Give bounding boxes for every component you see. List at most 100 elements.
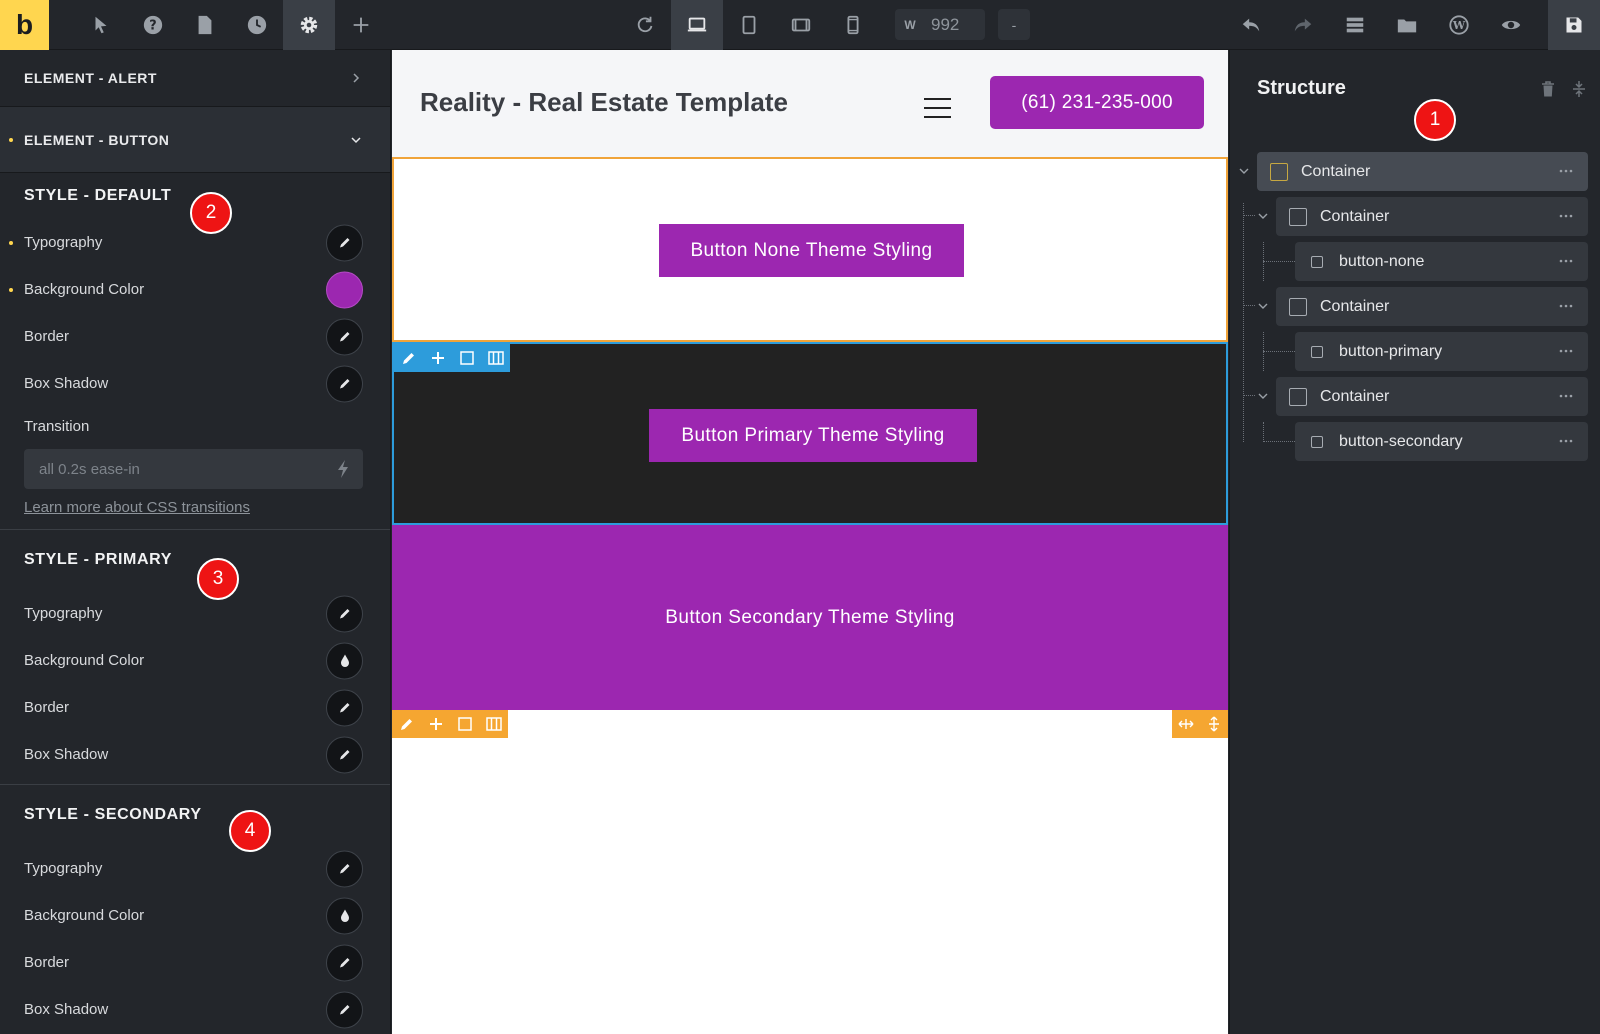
pencil-icon [339, 332, 349, 342]
help-icon[interactable]: ? [127, 0, 179, 50]
svg-text:W: W [1452, 19, 1466, 32]
default-border-label: Border [24, 328, 70, 345]
more-icon[interactable] [1558, 388, 1574, 404]
container-button-none[interactable]: Button None Theme Styling [392, 157, 1228, 342]
eye-icon[interactable] [1485, 0, 1537, 50]
columns-icon[interactable] [481, 344, 510, 372]
edit-icon[interactable] [394, 344, 423, 372]
accordion-element-alert[interactable]: ELEMENT - ALERT [0, 50, 390, 107]
add-icon[interactable] [335, 0, 387, 50]
structure-node-container-root[interactable]: Container [1257, 152, 1588, 191]
zoom-dash-button[interactable]: - [998, 9, 1030, 40]
default-background-color-swatch[interactable] [326, 271, 363, 308]
pencil-icon [339, 750, 349, 760]
save-icon[interactable] [1548, 0, 1600, 50]
primary-background-color-label: Background Color [24, 652, 145, 669]
more-icon[interactable] [1558, 208, 1574, 224]
trash-icon[interactable] [1540, 80, 1556, 98]
settings-icon[interactable] [283, 0, 335, 50]
default-typography-edit-button[interactable] [326, 224, 363, 261]
pencil-icon [339, 238, 349, 248]
edit-icon[interactable] [392, 710, 421, 738]
more-icon[interactable] [1558, 343, 1574, 359]
vertical-resize-icon[interactable] [1200, 710, 1228, 738]
tree-line [1263, 441, 1295, 442]
undo-icon[interactable] [1225, 0, 1277, 50]
default-box-shadow-edit-button[interactable] [326, 365, 363, 402]
refresh-icon[interactable] [619, 0, 671, 50]
container-icon[interactable] [450, 710, 479, 738]
structure-node-button-secondary[interactable]: button-secondary [1295, 422, 1588, 461]
hamburger-menu-icon[interactable] [924, 98, 951, 125]
preview-canvas[interactable]: Reality - Real Estate Template (61) 231-… [392, 50, 1228, 1034]
container-icon [1289, 207, 1307, 226]
chevron-down-icon[interactable] [1257, 210, 1269, 222]
collapse-icon[interactable] [1571, 80, 1587, 98]
annotation-badge-2: 2 [190, 192, 232, 234]
logo[interactable]: b [0, 0, 49, 50]
redo-icon[interactable] [1277, 0, 1329, 50]
stack-icon[interactable] [1329, 0, 1381, 50]
phone-button[interactable]: (61) 231-235-000 [990, 76, 1204, 129]
accordion-element-button-label: ELEMENT - BUTTON [24, 131, 170, 148]
add-icon[interactable] [423, 344, 452, 372]
button-none[interactable]: Button None Theme Styling [659, 224, 964, 277]
tree-line [1263, 422, 1264, 442]
primary-border-edit-button[interactable] [326, 689, 363, 726]
secondary-box-shadow-row: Box Shadow [0, 986, 390, 1033]
tablet-landscape-icon[interactable] [775, 0, 827, 50]
more-icon[interactable] [1558, 253, 1574, 269]
structure-title: Structure [1257, 77, 1346, 99]
secondary-typography-edit-button[interactable] [326, 850, 363, 887]
element-toolbox [394, 344, 510, 372]
container-button-secondary[interactable]: Button Secondary Theme Styling [392, 525, 1228, 710]
columns-icon[interactable] [479, 710, 508, 738]
pencil-icon [339, 703, 349, 713]
default-transition-input[interactable]: all 0.2s ease-in [24, 449, 363, 489]
button-secondary[interactable]: Button Secondary Theme Styling [392, 600, 1228, 636]
button-element-icon [1311, 435, 1323, 448]
folder-icon[interactable] [1381, 0, 1433, 50]
secondary-border-edit-button[interactable] [326, 944, 363, 981]
structure-node-container-1[interactable]: Container [1276, 197, 1588, 236]
structure-node-container-2[interactable]: Container [1276, 287, 1588, 326]
button-primary[interactable]: Button Primary Theme Styling [649, 409, 977, 462]
history-icon[interactable] [231, 0, 283, 50]
secondary-background-color-button[interactable] [326, 897, 363, 934]
tablet-icon[interactable] [723, 0, 775, 50]
site-header[interactable]: Reality - Real Estate Template (61) 231-… [392, 50, 1228, 157]
more-icon[interactable] [1558, 298, 1574, 314]
primary-box-shadow-edit-button[interactable] [326, 736, 363, 773]
width-input[interactable]: W 992 [895, 9, 985, 40]
mobile-icon[interactable] [827, 0, 879, 50]
top-toolbar: b ? W 992 - W [0, 0, 1600, 50]
chevron-down-icon[interactable] [1257, 390, 1269, 402]
annotation-badge-4: 4 [229, 810, 271, 852]
structure-node-button-none[interactable]: button-none [1295, 242, 1588, 281]
container-button-primary[interactable]: Button Primary Theme Styling [392, 342, 1228, 525]
default-border-row: Border [0, 313, 390, 360]
accordion-element-button[interactable]: ELEMENT - BUTTON [0, 107, 390, 173]
chevron-down-icon[interactable] [1257, 300, 1269, 312]
container-icon[interactable] [452, 344, 481, 372]
lightning-icon[interactable] [335, 459, 351, 479]
structure-node-button-primary[interactable]: button-primary [1295, 332, 1588, 371]
node-label: button-primary [1339, 342, 1443, 360]
more-icon[interactable] [1558, 163, 1574, 179]
secondary-box-shadow-edit-button[interactable] [326, 991, 363, 1028]
primary-background-color-button[interactable] [326, 642, 363, 679]
learn-css-transitions-link[interactable]: Learn more about CSS transitions [0, 489, 390, 529]
pointer-icon[interactable] [75, 0, 127, 50]
more-icon[interactable] [1558, 433, 1574, 449]
add-icon[interactable] [421, 710, 450, 738]
default-border-edit-button[interactable] [326, 318, 363, 355]
structure-node-container-3[interactable]: Container [1276, 377, 1588, 416]
wordpress-icon[interactable]: W [1433, 0, 1485, 50]
chevron-down-icon[interactable] [1238, 165, 1250, 177]
page-icon[interactable] [179, 0, 231, 50]
horizontal-resize-icon[interactable] [1172, 710, 1200, 738]
primary-typography-edit-button[interactable] [326, 595, 363, 632]
laptop-icon[interactable] [671, 0, 723, 50]
tree-line [1243, 395, 1255, 396]
width-value: 992 [931, 14, 960, 34]
